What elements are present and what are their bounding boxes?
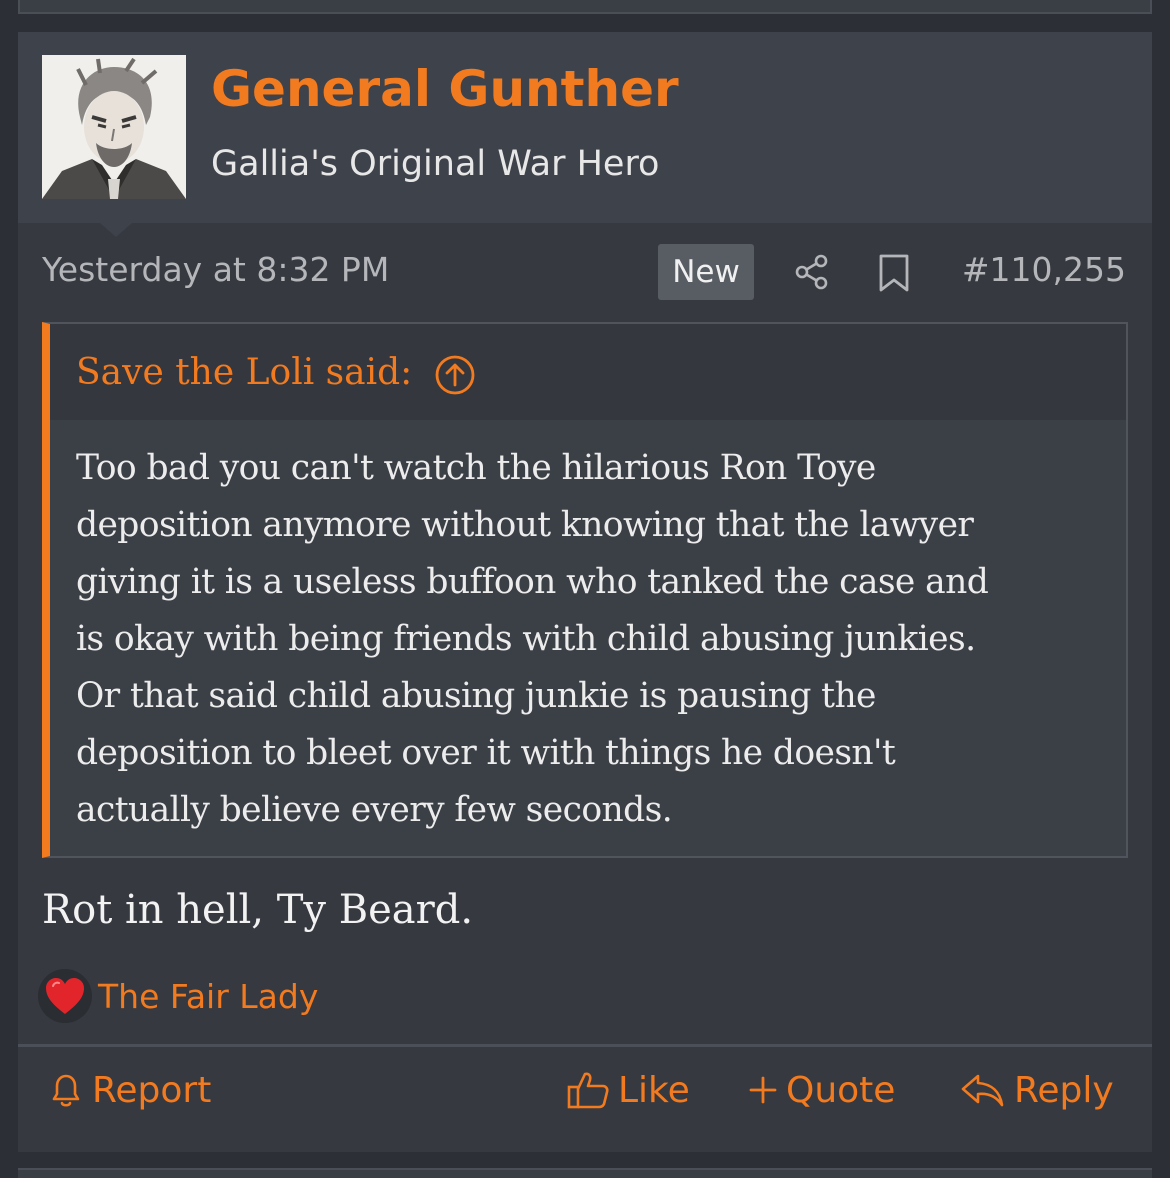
post-number[interactable]: #110,255 [962,250,1126,289]
post-header: General Gunther Gallia's Original War He… [18,32,1152,223]
previous-post-edge [18,0,1152,14]
username[interactable]: General Gunther [211,60,679,118]
quote-label: Quote [786,1069,896,1111]
user-title: Gallia's Original War Hero [211,144,660,184]
header-caret [100,223,132,237]
like-button[interactable]: Like [566,1062,690,1118]
plus-icon [749,1076,777,1104]
thumbs-up-icon [567,1072,609,1109]
user-avatar[interactable] [42,55,186,199]
reaction-bar[interactable]: The Fair Lady [38,969,318,1023]
post-date[interactable]: Yesterday at 8:32 PM [42,250,389,289]
quote-line: actually believe every few seconds. [76,790,673,830]
reply-button[interactable]: Reply [960,1062,1114,1118]
reaction-user[interactable]: The Fair Lady [98,977,318,1016]
avatar-portrait [42,55,186,199]
quote-header: Save the Loli said: [50,324,1126,420]
quote-button[interactable]: Quote [748,1062,895,1118]
quote-line: Too bad you can't watch the hilarious Ro… [76,448,876,488]
report-button[interactable]: Report [48,1062,211,1118]
like-label: Like [618,1069,690,1111]
post-message: Rot in hell, Ty Beard. [42,887,474,933]
bell-icon [52,1074,80,1107]
quote-line: deposition to bleet over it with things … [76,733,896,773]
arrow-up-circle-icon[interactable] [434,354,476,396]
quote-text: Too bad you can't watch the hilarious Ro… [76,440,1106,839]
new-badge: New [658,244,754,300]
quote-author[interactable]: Save the Loli said: [76,352,412,393]
reply-label: Reply [1014,1069,1114,1111]
quote-line: Or that said child abusing junkie is pau… [76,676,876,716]
report-label: Report [92,1069,212,1111]
reply-icon [961,1074,1004,1107]
share-icon[interactable] [794,254,830,290]
quote-line: giving it is a useless buffoon who tanke… [76,562,989,602]
forum-post: General Gunther Gallia's Original War He… [18,32,1152,1152]
quote-line: deposition anymore without knowing that … [76,505,974,545]
heart-icon [38,969,92,1023]
quote-block: Save the Loli said: Too bad you can't wa… [42,322,1128,858]
next-post-edge [18,1168,1152,1178]
footer-divider [18,1044,1152,1047]
bookmark-icon[interactable] [878,254,910,292]
quote-line: is okay with being friends with child ab… [76,619,976,659]
